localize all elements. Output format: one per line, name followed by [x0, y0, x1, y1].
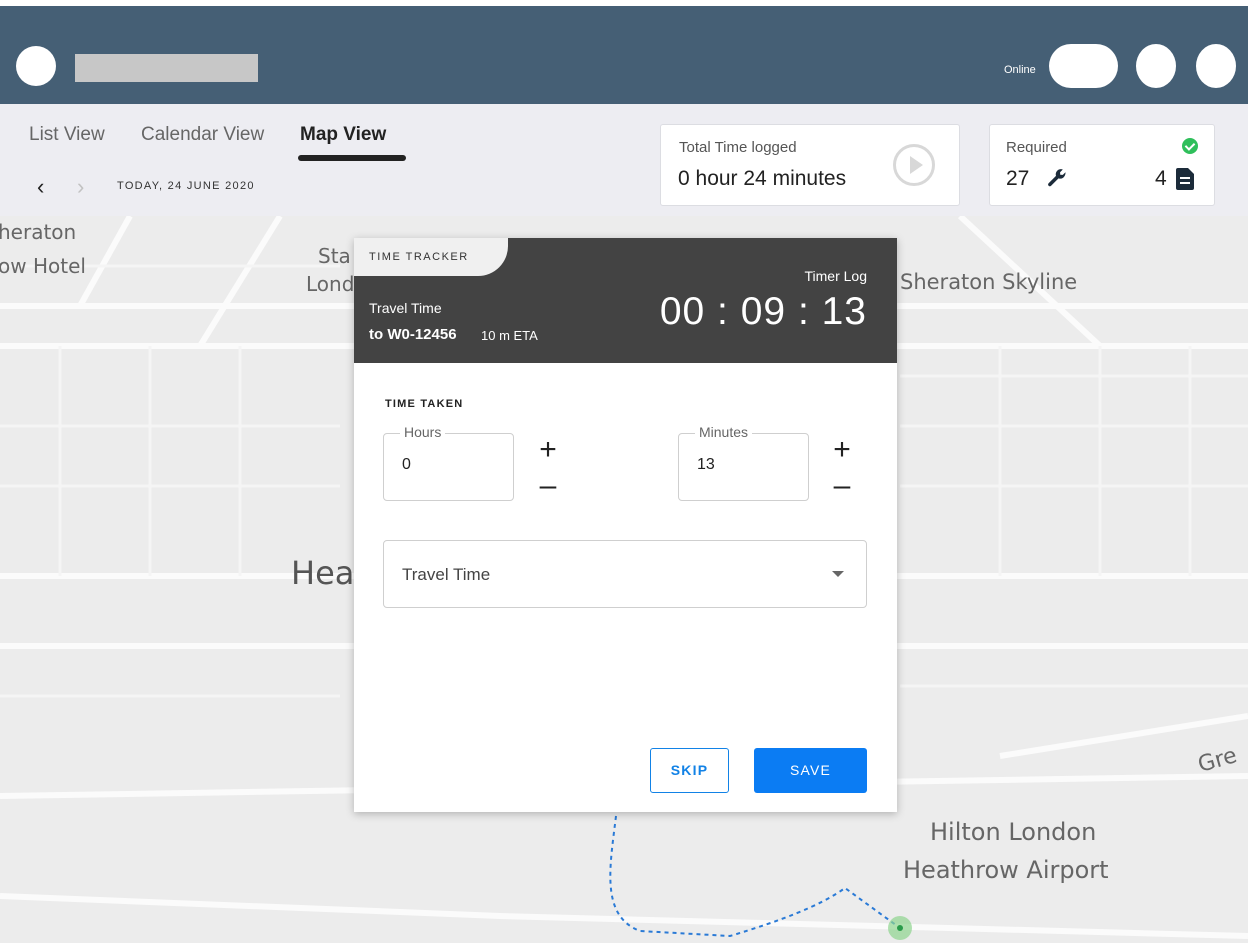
time-tracker-dialog: TIME TRACKER Timer Log 00 : 09 : 13 Trav…: [354, 238, 897, 812]
app-logo[interactable]: [16, 46, 56, 86]
hours-field-value: 0: [402, 456, 411, 473]
save-button[interactable]: SAVE: [754, 748, 867, 793]
required-label: Required: [1006, 139, 1067, 156]
hours-increment-button[interactable]: +: [536, 435, 560, 465]
online-status-label: Online: [1004, 64, 1036, 76]
map-label-sta: Sta: [318, 244, 351, 268]
minutes-decrement-button[interactable]: –: [830, 471, 854, 501]
tab-calendar-view[interactable]: Calendar View: [141, 124, 264, 146]
map-label-sheraton-skyline: Sheraton Skyline: [900, 270, 1078, 294]
document-icon: [1176, 168, 1194, 190]
check-circle-icon: [1182, 138, 1198, 154]
app-title-placeholder: [75, 54, 258, 82]
notifications-button[interactable]: [1136, 44, 1176, 88]
prev-day-icon[interactable]: ‹: [37, 176, 44, 198]
minutes-field[interactable]: Minutes 13: [678, 424, 809, 501]
time-category-value: Travel Time: [402, 565, 491, 584]
minutes-increment-button[interactable]: +: [830, 435, 854, 465]
total-time-label: Total Time logged: [679, 139, 797, 156]
hours-decrement-button[interactable]: –: [536, 471, 560, 501]
minutes-field-value: 13: [697, 456, 715, 473]
work-order-destination: to W0-12456: [369, 326, 457, 343]
next-day-icon[interactable]: ›: [77, 176, 84, 198]
chevron-down-icon: [832, 571, 844, 577]
map-label-hilton-2: Heathrow Airport: [903, 856, 1109, 884]
skip-button[interactable]: SKIP: [650, 748, 729, 793]
map-label-hilton-1: Hilton London: [930, 818, 1097, 846]
status-toggle[interactable]: [1049, 44, 1118, 88]
minutes-field-label: Minutes: [695, 424, 753, 440]
tab-map-view[interactable]: Map View: [300, 124, 386, 146]
current-date: TODAY, 24 JUNE 2020: [117, 180, 255, 192]
tracker-header: TIME TRACKER Timer Log 00 : 09 : 13 Trav…: [354, 238, 897, 363]
required-card: [989, 124, 1215, 206]
elapsed-timer: 00 : 09 : 13: [659, 290, 867, 333]
top-app-bar: Online: [0, 6, 1248, 104]
hours-field[interactable]: Hours 0: [383, 424, 514, 501]
docs-count: 4: [1155, 167, 1167, 190]
profile-button[interactable]: [1196, 44, 1236, 88]
hours-field-label: Hours: [400, 424, 446, 440]
map-label-sheraton-partial: heraton: [0, 220, 77, 244]
time-category-select[interactable]: Travel Time: [383, 540, 867, 608]
wrench-icon: [1048, 169, 1066, 187]
active-tab-indicator: [298, 155, 406, 161]
timer-log-link[interactable]: Timer Log: [804, 268, 867, 284]
eta-label: 10 m ETA: [481, 328, 538, 343]
tab-list-view[interactable]: List View: [29, 124, 105, 146]
map-label-lond: Lond: [306, 272, 355, 296]
map-label-hotel-partial: ow Hotel: [0, 254, 86, 278]
travel-time-label: Travel Time: [369, 300, 442, 316]
map-label-heathrow-partial: Hea: [291, 554, 355, 592]
tracker-tab: TIME TRACKER: [354, 238, 508, 276]
total-time-value: 0 hour 24 minutes: [678, 167, 847, 190]
required-count: 27: [1006, 167, 1030, 190]
tracker-tab-label: TIME TRACKER: [369, 251, 469, 263]
play-icon[interactable]: [893, 144, 935, 186]
time-taken-label: TIME TAKEN: [385, 398, 464, 410]
